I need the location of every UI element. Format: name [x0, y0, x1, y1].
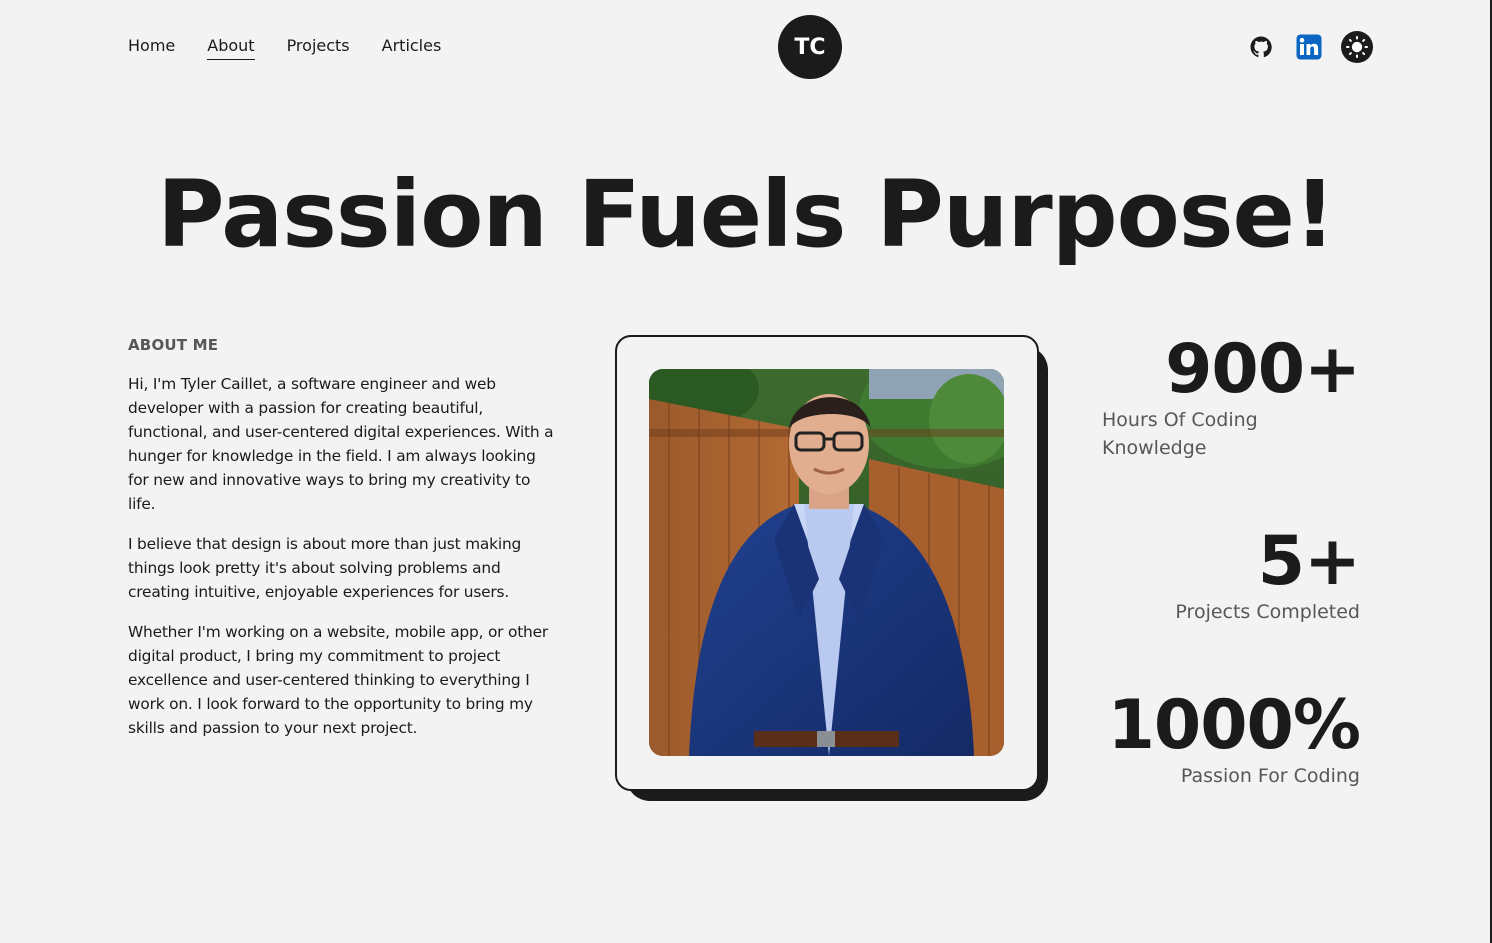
- profile-photo: [649, 369, 1004, 756]
- github-icon[interactable]: [1245, 31, 1277, 63]
- stat-passion: 1000% Passion For Coding: [1107, 686, 1361, 790]
- page-headline: Passion Fuels Purpose!: [157, 161, 1336, 268]
- sun-icon[interactable]: [1341, 31, 1373, 63]
- about-paragraph: Hi, I'm Tyler Caillet, a software engine…: [128, 375, 554, 513]
- stat-value: 900+: [1165, 330, 1361, 409]
- about-section: ABOUT ME Hi, I'm Tyler Caillet, a softwa…: [128, 336, 558, 756]
- stat-label: Passion For Coding: [1180, 765, 1360, 787]
- site-logo[interactable]: TC: [778, 15, 842, 79]
- about-paragraph: I believe that design is about more than…: [128, 535, 522, 601]
- social-links: [1245, 31, 1373, 63]
- stat-value: 1000%: [1107, 686, 1361, 765]
- main-nav: Home About Projects Articles: [128, 36, 442, 60]
- stat-value: 5+: [1257, 522, 1361, 601]
- stat-hours: 900+ Hours Of Coding Knowledge: [1100, 330, 1361, 462]
- stat-label: Projects Completed: [1175, 601, 1360, 623]
- about-paragraph: Whether I'm working on a website, mobile…: [128, 623, 548, 737]
- about-heading: ABOUT ME: [128, 336, 219, 354]
- about-page: Home About Projects Articles TC Passion …: [0, 0, 1492, 943]
- nav-about-link[interactable]: About: [207, 36, 255, 60]
- stat-label: Hours Of Coding Knowledge: [1102, 409, 1258, 459]
- nav-articles-link[interactable]: Articles: [382, 36, 442, 58]
- nav-home-link[interactable]: Home: [128, 36, 175, 58]
- nav-projects-link[interactable]: Projects: [287, 36, 350, 58]
- linkedin-icon[interactable]: [1293, 31, 1325, 63]
- stat-projects: 5+ Projects Completed: [1175, 522, 1361, 626]
